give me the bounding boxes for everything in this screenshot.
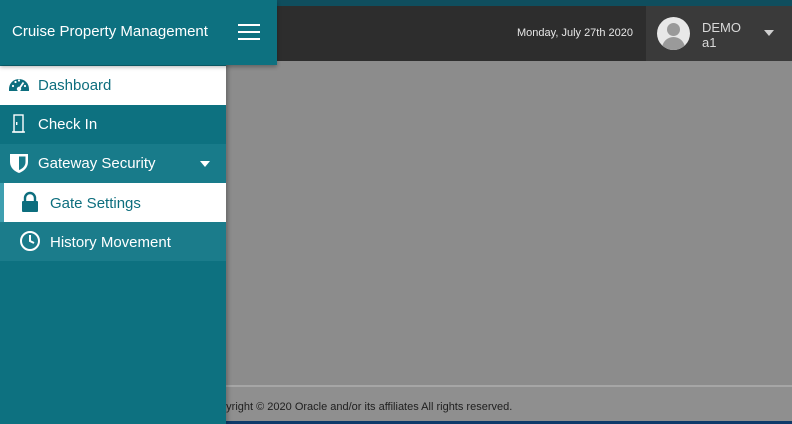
sidebar-nav: Dashboard Check In Gateway Security Gate… (0, 66, 226, 261)
sidebar-subitem-label: Gate Settings (50, 195, 141, 212)
user-menu[interactable]: DEMO a1 (646, 6, 792, 61)
dashboard-gauge-icon (8, 74, 30, 96)
app-title: Cruise Property Management (12, 23, 208, 40)
user-id: a1 (702, 35, 717, 50)
door-icon (8, 113, 30, 135)
sidebar-item-gateway-security[interactable]: Gateway Security (0, 144, 226, 183)
sidebar-item-label: Gateway Security (38, 155, 156, 172)
sidebar-item-dashboard[interactable]: Dashboard (0, 66, 226, 105)
sidebar-item-label: Check In (38, 116, 98, 133)
copyright-text: Copyright © 2020 Oracle and/or its affil… (226, 401, 513, 413)
user-name: DEMO (702, 20, 741, 35)
current-date: Monday, July 27th 2020 (517, 27, 633, 39)
hamburger-icon[interactable] (238, 24, 260, 40)
chevron-down-icon[interactable] (200, 161, 210, 167)
sidebar-subitem-history-movement[interactable]: History Movement (0, 222, 226, 261)
brand-bar: Cruise Property Management (0, 0, 277, 65)
sidebar-subitem-gate-settings[interactable]: Gate Settings (0, 183, 226, 222)
lock-icon (19, 191, 41, 213)
sidebar-item-check-in[interactable]: Check In (0, 105, 226, 144)
sidebar-subitem-label: History Movement (50, 234, 171, 251)
user-avatar-icon (657, 17, 690, 50)
shield-icon (8, 152, 30, 174)
clock-icon (19, 230, 41, 252)
sidebar-item-label: Dashboard (38, 77, 112, 94)
chevron-down-icon[interactable] (764, 30, 774, 36)
